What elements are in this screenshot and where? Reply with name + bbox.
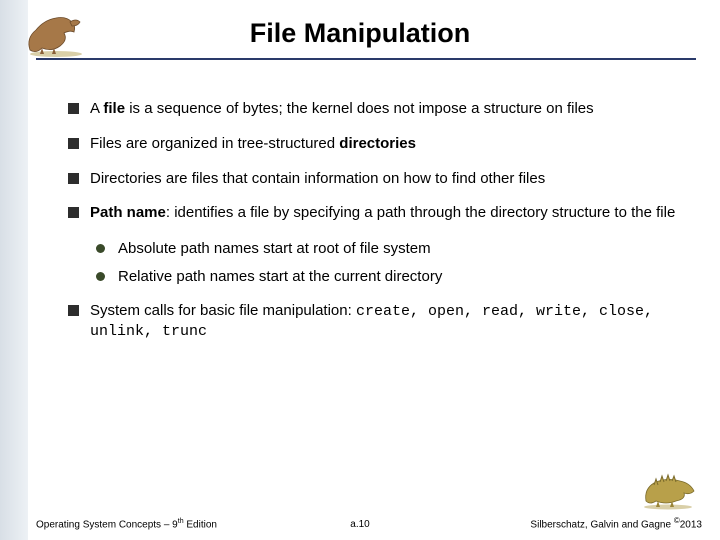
square-bullet-icon: [68, 173, 79, 184]
bold: file: [103, 100, 125, 117]
text: Files are organized in tree-structured: [90, 135, 339, 152]
text: Silberschatz, Galvin and Gagne: [530, 519, 673, 530]
square-bullet-icon: [68, 207, 79, 218]
text: : identifies a file by specifying a path…: [166, 204, 675, 221]
square-bullet-icon: [68, 103, 79, 114]
bullet-directories: Files are organized in tree-structured d…: [68, 135, 688, 154]
text: A: [90, 100, 103, 117]
text: is a sequence of bytes; the kernel does …: [125, 100, 594, 117]
bold: Path name: [90, 204, 166, 221]
bullet-system-calls: System calls for basic file manipulation…: [68, 302, 688, 342]
square-bullet-icon: [68, 138, 79, 149]
text: Directories are files that contain infor…: [90, 170, 545, 187]
text: Relative path names start at the current…: [118, 268, 442, 285]
dinosaur-bottom-right-icon: [640, 465, 700, 510]
bullet-path-name: Path name: identifies a file by specifyi…: [68, 204, 688, 223]
text: System calls for basic file manipulation…: [90, 302, 356, 319]
square-bullet-icon: [68, 305, 79, 316]
subbullet-relative-path: Relative path names start at the current…: [96, 267, 688, 287]
text: 2013: [680, 519, 702, 530]
slide: File Manipulation A file is a sequence o…: [0, 0, 720, 540]
left-sidebar-gradient: [0, 0, 28, 540]
content-area: A file is a sequence of bytes; the kerne…: [68, 100, 688, 358]
slide-title: File Manipulation: [0, 18, 720, 49]
bold: directories: [339, 135, 416, 152]
subbullet-absolute-path: Absolute path names start at root of fil…: [96, 239, 688, 259]
bullet-directories-files: Directories are files that contain infor…: [68, 170, 688, 189]
round-bullet-icon: [96, 272, 105, 281]
title-underline: [36, 58, 696, 60]
footer-copyright: Silberschatz, Galvin and Gagne ©2013: [530, 516, 702, 530]
round-bullet-icon: [96, 244, 105, 253]
text: Absolute path names start at root of fil…: [118, 240, 431, 257]
bullet-file-definition: A file is a sequence of bytes; the kerne…: [68, 100, 688, 119]
